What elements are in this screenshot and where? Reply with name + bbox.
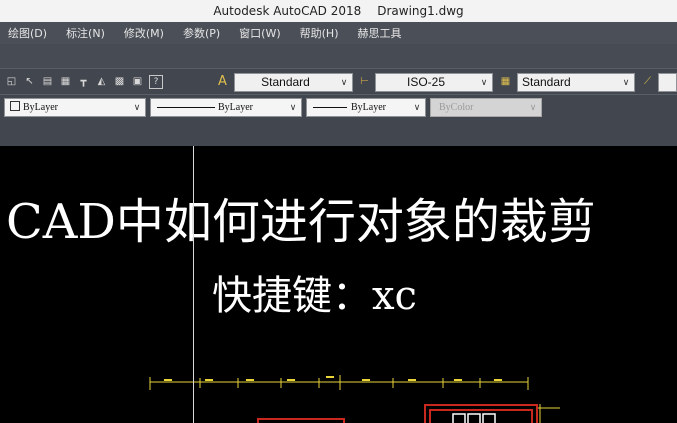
text-style-icon[interactable]: A <box>216 75 229 88</box>
text-style-select[interactable]: Standard ∨ <box>234 73 353 92</box>
dimension-text <box>362 379 370 381</box>
chevron-down-icon: ∨ <box>622 77 630 87</box>
pick-icon[interactable]: ↖ <box>23 75 36 88</box>
fixture-outline <box>452 413 466 423</box>
color-swatch-icon <box>10 101 20 111</box>
dim-style-select[interactable]: ISO-25 ∨ <box>375 73 493 92</box>
chevron-down-icon: ∨ <box>340 77 348 87</box>
lineweight-select[interactable]: ByLayer ∨ <box>306 98 426 117</box>
plot-style-select: ByColor ∨ <box>430 98 542 117</box>
fixture-outline <box>482 413 496 423</box>
menu-bar: 绘图(D) 标注(N) 修改(M) 参数(P) 窗口(W) 帮助(H) 赫思工具 <box>0 22 677 44</box>
chevron-down-icon: ∨ <box>480 77 488 87</box>
layer-states-icon[interactable]: ▦ <box>59 75 72 88</box>
dimension-text <box>205 379 213 381</box>
dim-style-icon[interactable]: ⊢ <box>358 75 371 88</box>
title-bar: Autodesk AutoCAD 2018 Drawing1.dwg <box>0 0 677 22</box>
chevron-down-icon: ∨ <box>289 102 297 112</box>
crosshair-cursor <box>193 146 194 423</box>
menu-help[interactable]: 帮助(H) <box>292 25 350 41</box>
calculator-icon[interactable]: ▣ <box>131 75 144 88</box>
table-style-icon[interactable]: ▦ <box>499 75 512 88</box>
multileader-style-select[interactable] <box>658 73 677 92</box>
table-style-select[interactable]: Standard ∨ <box>517 73 635 92</box>
dimension-text <box>287 379 295 381</box>
fixture-outline <box>467 413 481 423</box>
chevron-down-icon: ∨ <box>413 102 421 112</box>
linetype-preview <box>157 107 215 108</box>
menu-draw[interactable]: 绘图(D) <box>0 25 58 41</box>
app-title: Autodesk AutoCAD 2018 <box>213 4 362 18</box>
linetype-select[interactable]: ByLayer ∨ <box>150 98 302 117</box>
file-name: Drawing1.dwg <box>377 4 464 18</box>
canvas-heading-shortcut: 快捷键：xc <box>212 273 417 319</box>
menu-parametric[interactable]: 参数(P) <box>175 25 231 41</box>
menu-dimension[interactable]: 标注(N) <box>58 25 116 41</box>
color-select[interactable]: ByLayer ∨ <box>4 98 146 117</box>
dimension-text <box>494 379 502 381</box>
dimension-text <box>408 379 416 381</box>
chevron-down-icon: ∨ <box>529 102 537 112</box>
menu-hesi-tools[interactable]: 赫思工具 <box>350 25 413 41</box>
wall-outline <box>257 418 345 423</box>
layer-icon[interactable]: ▤ <box>41 75 54 88</box>
canvas-heading-title: CAD中如何进行对象的裁剪 <box>6 194 596 250</box>
chevron-down-icon: ∨ <box>133 102 141 112</box>
layer-isolate-icon[interactable]: ▩ <box>113 75 126 88</box>
properties-toolbar: ByLayer ∨ ByLayer ∨ ByLayer ∨ ByColor ∨ <box>0 94 677 121</box>
dimension-text <box>454 379 462 381</box>
lineweight-preview <box>313 107 347 108</box>
dimension-text <box>326 376 334 378</box>
layer-walk-icon[interactable]: ◭ <box>95 75 108 88</box>
wall-outline <box>424 404 538 423</box>
menu-window[interactable]: 窗口(W) <box>231 25 291 41</box>
new-view-icon[interactable]: ◱ <box>5 75 18 88</box>
drawing-canvas[interactable]: CAD中如何进行对象的裁剪 快捷键：xc <box>0 146 677 423</box>
styles-toolbar: ◱ ↖ ▤ ▦ ┳ ◭ ▩ ▣ ? A Standard ∨ ⊢ ISO-25 … <box>0 68 677 95</box>
dimension-text <box>164 379 172 381</box>
dimension-text <box>246 379 254 381</box>
menu-modify[interactable]: 修改(M) <box>116 25 175 41</box>
match-layer-icon[interactable]: ┳ <box>77 75 90 88</box>
ribbon-band <box>0 44 677 68</box>
wall-outline <box>429 409 533 423</box>
multileader-style-icon[interactable]: ⟋ <box>641 75 654 88</box>
toolbar-band <box>0 120 677 146</box>
help-icon[interactable]: ? <box>149 75 163 89</box>
